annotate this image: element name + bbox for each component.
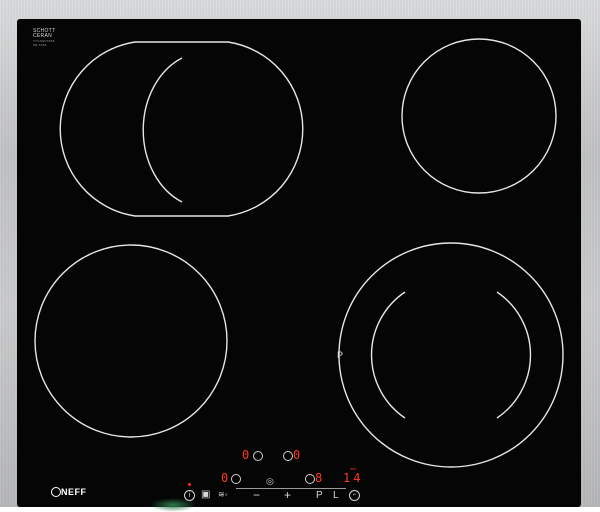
display-front-right-level: 8 [315,471,323,485]
lock-button[interactable]: L [333,491,339,501]
zone-front-right-inner-left-arc [370,291,406,419]
timer-display: 14 [343,471,364,485]
zone-front-right-outer [338,242,564,468]
plus-button[interactable]: + [284,489,291,501]
zone-rear-left-oval [59,41,304,217]
minus-button[interactable]: − [253,489,260,501]
power-led [188,483,191,486]
display-front-left-level: 0 [221,471,229,485]
zone-rear-right [401,38,557,194]
green-reflection [150,498,196,512]
display-rear-left-level: 0 [242,448,250,462]
zone-indicator-rear-left[interactable] [253,451,263,461]
zone-indicator-front-left[interactable] [231,474,241,484]
lock-icon[interactable]: ▣ [201,490,210,500]
cooking-zones [34,38,564,468]
neff-logo-icon [51,487,61,497]
powerboost-button[interactable]: P [316,491,323,501]
zone-front-left [34,244,228,438]
zone-indicator-rear-right[interactable] [283,451,293,461]
zone-front-right-letter: P [337,350,344,360]
zone-select-icon[interactable]: ◎ [266,476,274,486]
zone-front-right-inner-right-arc [496,291,532,419]
keep-warm-icon[interactable]: ≋◦ [218,490,228,500]
clock-icon[interactable]: ⌐ [349,490,360,501]
display-rear-right-level: 0 [293,448,301,462]
zone-indicator-front-right[interactable] [305,474,315,484]
neff-logo-text: NEFF [61,487,87,497]
zone-rear-left-inner-arc [142,57,183,203]
